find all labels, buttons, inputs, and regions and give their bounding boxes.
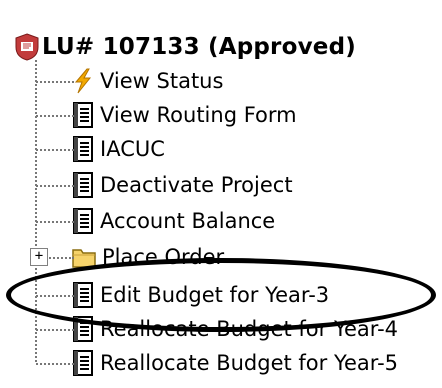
- tree-item-label: View Routing Form: [100, 103, 297, 127]
- project-tree: LU# 107133 (Approved) View Status View R…: [0, 0, 442, 388]
- tree-item-account-balance[interactable]: Account Balance: [30, 204, 275, 238]
- tree-connector: [30, 98, 78, 132]
- tree-item-reallocate-budget-year-5[interactable]: Reallocate Budget for Year-5: [30, 346, 398, 380]
- highlight-ellipse: [6, 258, 436, 332]
- tree-item-label: Account Balance: [100, 209, 276, 233]
- tree-item-view-routing-form[interactable]: View Routing Form: [30, 98, 297, 132]
- tree-item-label: IACUC: [100, 137, 165, 161]
- tree-connector: [30, 64, 78, 98]
- tree-item-iacuc[interactable]: IACUC: [30, 132, 165, 166]
- tree-item-deactivate-project[interactable]: Deactivate Project: [30, 168, 293, 202]
- tree-item-view-status[interactable]: View Status: [30, 64, 223, 98]
- tree-connector: [30, 204, 78, 238]
- tree-item-label: Deactivate Project: [100, 173, 293, 197]
- tree-connector: [30, 346, 78, 380]
- tree-item-label: Reallocate Budget for Year-5: [100, 351, 399, 375]
- tree-connector: [30, 168, 78, 202]
- seal-icon: [15, 33, 39, 61]
- tree-root-project[interactable]: LU# 107133 (Approved): [14, 30, 356, 64]
- tree-root-label: LU# 107133 (Approved): [42, 34, 356, 60]
- tree-connector: [30, 132, 78, 166]
- tree-item-label: View Status: [100, 69, 224, 93]
- expand-toggle[interactable]: +: [30, 248, 48, 266]
